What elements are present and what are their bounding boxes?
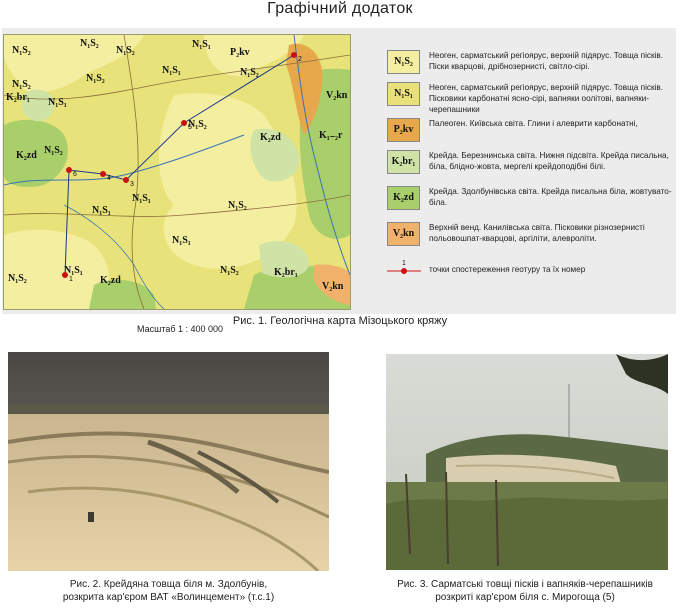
map-unit-label: N₁S₁: [192, 39, 211, 50]
map-unit-label: N₁S₂: [86, 73, 105, 84]
chalk-quarry-photo: [8, 352, 329, 571]
observation-point-marker[interactable]: [66, 167, 72, 173]
observation-point-number: 5: [188, 124, 192, 131]
map-unit-label: K₂br₁: [6, 92, 30, 103]
observation-point-number: 4: [107, 175, 111, 182]
figure-2-caption-line-2: розкрита кар'єром ВАТ «Волинцемент» (т.с…: [62, 592, 275, 603]
map-unit-label: N₁S₂: [220, 265, 239, 276]
legend-text: Палеоген. Київська світа. Глини і алеври…: [429, 119, 638, 128]
figure-2-caption-line-1: Рис. 2. Крейдяна товща біля м. Здолбунів…: [69, 579, 268, 590]
legend-swatch: K₂br₁: [387, 150, 420, 174]
legend-text: Крейда. Березнинська світа. Нижня підсві…: [429, 151, 669, 171]
map-unit-label: N₁S₁: [48, 97, 67, 108]
figure-3-caption-line-2: розкриті кар'єром біля с. Мирогоща (5): [435, 592, 615, 603]
map-unit-label: N₁S₂: [44, 145, 63, 156]
observation-point-marker[interactable]: [62, 272, 68, 278]
sand-quarry-photo: [386, 354, 668, 570]
map-unit-label: N₁S₂: [228, 200, 247, 211]
observation-point-number: 6: [73, 171, 77, 178]
figure-2-caption: Рис. 2. Крейдяна товща біля м. Здолбунів…: [8, 578, 329, 604]
legend-swatch: N₁S₂: [387, 50, 420, 74]
page-title: Графічний додаток: [267, 0, 413, 17]
legend-text: Верхній венд. Канилівська світа. Піскови…: [429, 223, 645, 243]
figure-3-caption: Рис. 3. Сарматські товщі пісків і вапняк…: [370, 578, 680, 604]
map-unit-label: N₁S₁: [92, 205, 111, 216]
legend-text: Крейда. Здолбунівська світа. Крейда писа…: [429, 187, 672, 207]
observation-point-number: 1: [69, 276, 73, 283]
map-polygons: [4, 35, 350, 309]
observation-point-marker[interactable]: [181, 120, 187, 126]
map-unit-label: N₁S₁: [172, 235, 191, 246]
observation-point-marker[interactable]: [123, 177, 129, 183]
figure-3-caption-line-1: Рис. 3. Сарматські товщі пісків і вапняк…: [397, 579, 653, 590]
map-unit-label: N₁S₁: [132, 193, 151, 204]
map-unit-label: K₁₋₂r: [319, 130, 343, 141]
map-unit-label: K₂zd: [16, 150, 37, 161]
observation-point-text: точки спостереження геотуру та їх номер: [429, 265, 586, 274]
map-unit-label: K₂zd: [100, 275, 121, 286]
legend-text: Неоген, сарматський регіоярус, верхній п…: [429, 51, 664, 71]
map-unit-label: N₁S₂: [8, 273, 27, 284]
map-unit-label: N₁S₂: [80, 38, 99, 49]
observation-point-number: 2: [298, 56, 302, 63]
observation-point-marker[interactable]: [291, 52, 297, 58]
map-unit-label: K₂zd: [260, 132, 281, 143]
legend-swatch: V₂kn: [387, 222, 420, 246]
map-unit-label: P₂kv: [230, 47, 250, 58]
observation-point-number: 3: [130, 181, 134, 188]
legend-text: Неоген, сарматський регіоярус, верхній п…: [429, 83, 664, 114]
observation-point-number: 1: [402, 260, 406, 267]
map-unit-label: N₁S₂: [12, 45, 31, 56]
map-unit-label: N₁S₁: [162, 65, 181, 76]
map-unit-label: V₂kn: [322, 281, 344, 292]
geological-map: N₁S₂ N₁S₂ N₁S₂ K₂br₁ N₁S₁ N₁S₂ N₁S₂ N₁S₁ N₁S₁ P₂k…: [3, 34, 351, 310]
map-unit-label: N₁S₂: [240, 67, 259, 78]
map-unit-label: N₁S₂: [116, 45, 135, 56]
legend-swatch: P₂kv: [387, 118, 420, 142]
map-unit-label: N₁S₂: [12, 79, 31, 90]
legend-swatch: N₁S₁: [387, 82, 420, 106]
map-unit-label: V₂kn: [326, 90, 348, 101]
figure-1-caption: Рис. 1. Геологічна карта Мізоцького кряж…: [232, 315, 448, 327]
legend-swatch: K₂zd: [387, 186, 420, 210]
observation-point-marker[interactable]: [100, 171, 106, 177]
map-unit-label: K₂br₁: [274, 267, 298, 278]
